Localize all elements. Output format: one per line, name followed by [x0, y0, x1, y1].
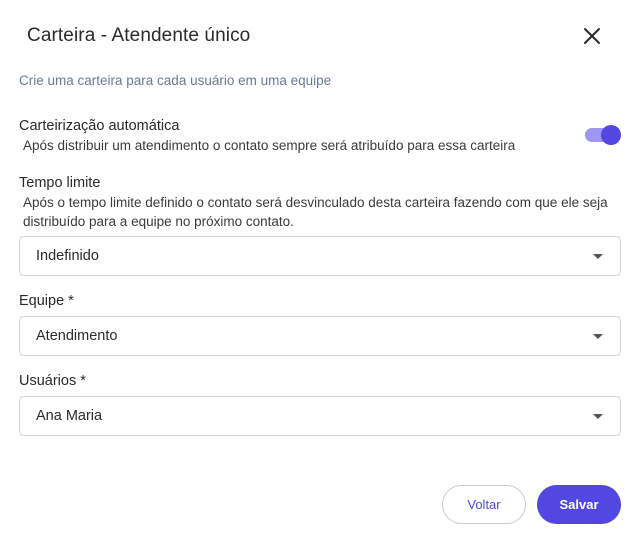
time-limit-label: Tempo limite [19, 175, 101, 191]
time-limit-select[interactable]: Indefinido [19, 236, 621, 276]
team-select[interactable]: Atendimento [19, 316, 621, 356]
time-limit-value: Indefinido [36, 248, 99, 264]
team-label: Equipe * [19, 293, 74, 309]
toggle-knob [601, 125, 621, 145]
chevron-down-icon [593, 414, 603, 419]
users-select[interactable]: Ana Maria [19, 396, 621, 436]
users-label: Usuários * [19, 373, 86, 389]
auto-assign-label: Carteirização automática [19, 118, 180, 134]
save-button[interactable]: Salvar [537, 485, 621, 524]
time-limit-description: Após o tempo limite definido o contato s… [23, 195, 608, 229]
users-value: Ana Maria [36, 408, 103, 424]
dialog-title: Carteira - Atendente único [27, 25, 251, 46]
chevron-down-icon [593, 254, 603, 259]
auto-assign-description: Após distribuir um atendimento o contato… [23, 138, 516, 153]
team-value: Atendimento [36, 328, 118, 344]
dialog-subtitle: Crie uma carteira para cada usuário em u… [19, 73, 332, 88]
auto-assign-toggle[interactable] [585, 125, 621, 145]
portfolio-dialog: Carteira - Atendente único Crie uma cart… [0, 0, 636, 541]
chevron-down-icon [593, 334, 603, 339]
close-icon[interactable] [582, 26, 602, 46]
back-button[interactable]: Voltar [442, 485, 526, 524]
